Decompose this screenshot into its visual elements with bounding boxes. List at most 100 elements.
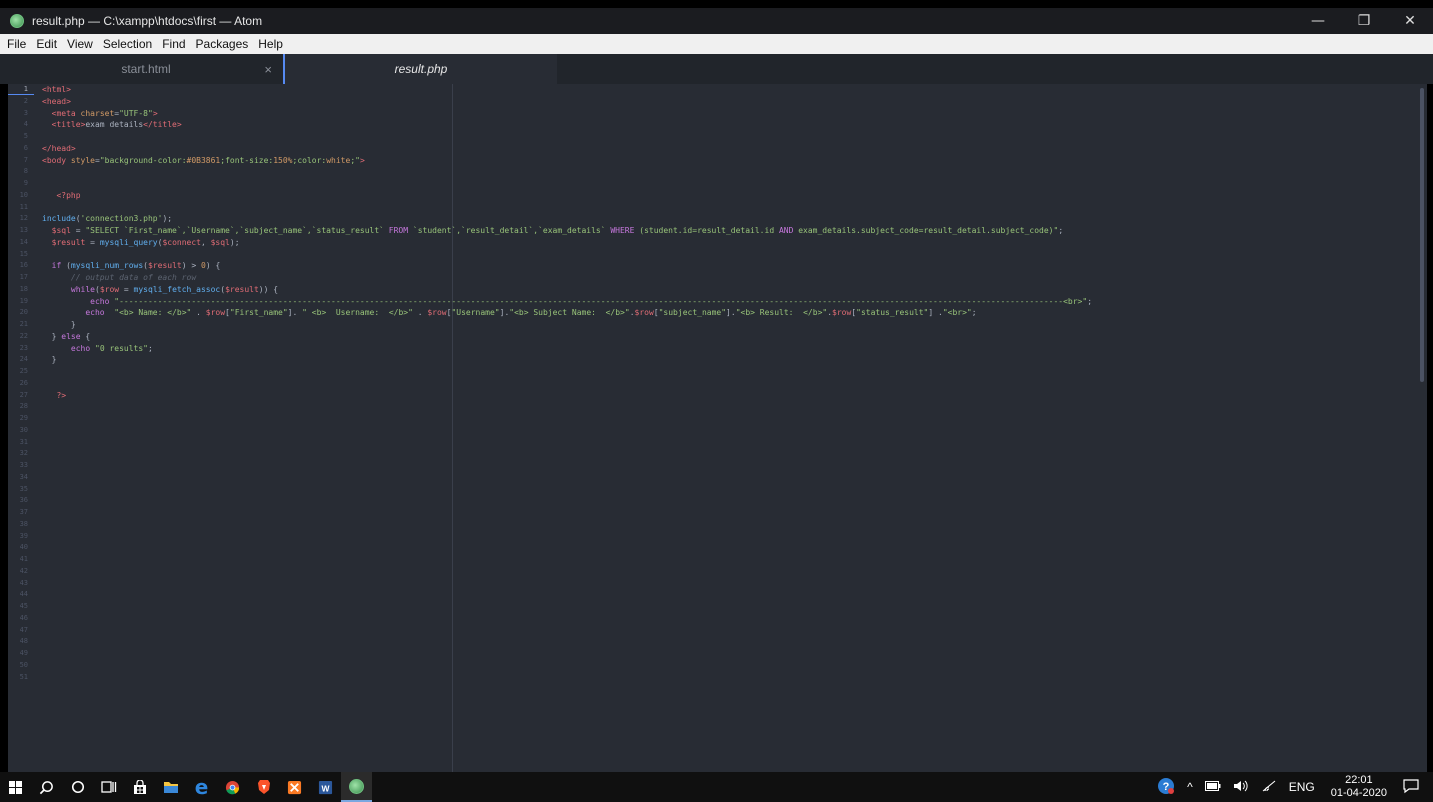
code-line[interactable] bbox=[42, 202, 1415, 214]
help-icon[interactable]: ? bbox=[1151, 777, 1181, 798]
line-number[interactable]: 22 bbox=[8, 331, 38, 343]
windows-start-icon[interactable] bbox=[0, 772, 31, 802]
menu-help[interactable]: Help bbox=[253, 37, 288, 51]
menu-find[interactable]: Find bbox=[157, 37, 190, 51]
line-number[interactable]: 47 bbox=[8, 625, 38, 637]
line-number[interactable]: 37 bbox=[8, 507, 38, 519]
brave-icon[interactable] bbox=[248, 772, 279, 802]
code-line[interactable] bbox=[42, 178, 1415, 190]
code-editor[interactable]: 1 2 3 4 5 6 7 8 9 10 11 12 13 14 15 16 17 18 19 20 21 22 23 24 2… bbox=[8, 84, 1427, 772]
line-number[interactable]: 8 bbox=[8, 166, 38, 178]
line-number[interactable]: 39 bbox=[8, 531, 38, 543]
code-line[interactable]: $sql = "SELECT `First_name`,`Username`,`… bbox=[42, 225, 1415, 237]
code-line[interactable] bbox=[42, 249, 1415, 261]
line-number[interactable]: 36 bbox=[8, 495, 38, 507]
line-number[interactable]: 31 bbox=[8, 437, 38, 449]
code-line[interactable]: echo "<b> Name: </b>" . $row["First_name… bbox=[42, 307, 1415, 319]
code-line[interactable]: while($row = mysqli_fetch_assoc($result)… bbox=[42, 284, 1415, 296]
line-number[interactable]: 49 bbox=[8, 648, 38, 660]
line-number[interactable]: 11 bbox=[8, 202, 38, 214]
line-number[interactable]: 34 bbox=[8, 472, 38, 484]
battery-icon[interactable] bbox=[1199, 780, 1227, 794]
restore-button[interactable]: ❐ bbox=[1341, 8, 1387, 34]
line-number[interactable]: 4 bbox=[8, 119, 38, 131]
store-icon[interactable] bbox=[124, 772, 155, 802]
code-line[interactable]: echo "0 results"; bbox=[42, 343, 1415, 355]
volume-icon[interactable] bbox=[1227, 780, 1255, 795]
menu-view[interactable]: View bbox=[62, 37, 98, 51]
line-number[interactable]: 5 bbox=[8, 131, 38, 143]
code-line[interactable]: $result = mysqli_query($connect, $sql); bbox=[42, 237, 1415, 249]
line-number[interactable]: 27 bbox=[8, 390, 38, 402]
code-line[interactable]: include('connection3.php'); bbox=[42, 213, 1415, 225]
line-number[interactable]: 15 bbox=[8, 249, 38, 261]
code-line[interactable]: echo "----------------------------------… bbox=[42, 296, 1415, 308]
line-number[interactable]: 10 bbox=[8, 190, 38, 202]
window-title-bar[interactable]: result.php — C:\xampp\htdocs\first — Ato… bbox=[0, 8, 1433, 34]
code-line[interactable] bbox=[42, 131, 1415, 143]
line-number[interactable]: 48 bbox=[8, 636, 38, 648]
code-line[interactable] bbox=[42, 366, 1415, 378]
line-number-gutter[interactable]: 1 2 3 4 5 6 7 8 9 10 11 12 13 14 15 16 17 18 19 20 21 22 23 24 2… bbox=[8, 84, 38, 772]
line-number[interactable]: 25 bbox=[8, 366, 38, 378]
code-line[interactable]: } bbox=[42, 319, 1415, 331]
line-number[interactable]: 38 bbox=[8, 519, 38, 531]
tab-close-icon[interactable]: × bbox=[264, 62, 272, 77]
line-number[interactable]: 20 bbox=[8, 307, 38, 319]
chrome-icon[interactable] bbox=[217, 772, 248, 802]
line-number[interactable]: 32 bbox=[8, 448, 38, 460]
task-view-icon[interactable] bbox=[93, 772, 124, 802]
line-number[interactable]: 28 bbox=[8, 401, 38, 413]
line-number[interactable]: 50 bbox=[8, 660, 38, 672]
close-button[interactable]: ✕ bbox=[1387, 8, 1433, 34]
line-number[interactable]: 3 bbox=[8, 108, 38, 120]
line-number[interactable]: 7 bbox=[8, 155, 38, 167]
line-number[interactable]: 21 bbox=[8, 319, 38, 331]
code-line[interactable]: <?php bbox=[42, 190, 1415, 202]
code-line[interactable]: ?> bbox=[42, 390, 1415, 402]
menu-edit[interactable]: Edit bbox=[31, 37, 62, 51]
code-line[interactable]: } else { bbox=[42, 331, 1415, 343]
code-line[interactable] bbox=[42, 166, 1415, 178]
wifi-icon[interactable] bbox=[1255, 780, 1283, 795]
line-number[interactable]: 18 bbox=[8, 284, 38, 296]
menu-selection[interactable]: Selection bbox=[98, 37, 157, 51]
tab-start-html[interactable]: start.html × bbox=[8, 54, 284, 84]
code-line[interactable]: if (mysqli_num_rows($result) > 0) { bbox=[42, 260, 1415, 272]
tray-chevron-icon[interactable]: ^ bbox=[1181, 780, 1199, 794]
line-number[interactable]: 35 bbox=[8, 484, 38, 496]
code-line[interactable] bbox=[42, 378, 1415, 390]
line-number[interactable]: 41 bbox=[8, 554, 38, 566]
line-number[interactable]: 14 bbox=[8, 237, 38, 249]
line-number[interactable]: 19 bbox=[8, 296, 38, 308]
code-line[interactable]: // output data of each row bbox=[42, 272, 1415, 284]
line-number[interactable]: 16 bbox=[8, 260, 38, 272]
code-line[interactable]: <html> bbox=[42, 84, 1415, 96]
search-icon[interactable] bbox=[31, 772, 62, 802]
line-number[interactable]: 29 bbox=[8, 413, 38, 425]
code-line[interactable]: } bbox=[42, 354, 1415, 366]
code-line[interactable]: <body style="background-color:#0B3861;fo… bbox=[42, 155, 1415, 167]
code-line[interactable]: <meta charset="UTF-8"> bbox=[42, 108, 1415, 120]
edge-icon[interactable]: e bbox=[186, 772, 217, 802]
menu-file[interactable]: File bbox=[2, 37, 31, 51]
file-explorer-icon[interactable] bbox=[155, 772, 186, 802]
menu-packages[interactable]: Packages bbox=[191, 37, 254, 51]
line-number[interactable]: 13 bbox=[8, 225, 38, 237]
code-line[interactable]: <title>exam details</title> bbox=[42, 119, 1415, 131]
xampp-icon[interactable] bbox=[279, 772, 310, 802]
line-number[interactable]: 40 bbox=[8, 542, 38, 554]
line-number[interactable]: 9 bbox=[8, 178, 38, 190]
clock[interactable]: 22:01 01-04-2020 bbox=[1321, 774, 1397, 800]
line-number[interactable]: 42 bbox=[8, 566, 38, 578]
atom-icon[interactable] bbox=[341, 772, 372, 802]
line-number[interactable]: 6 bbox=[8, 143, 38, 155]
word-icon[interactable]: W bbox=[310, 772, 341, 802]
line-number[interactable]: 30 bbox=[8, 425, 38, 437]
minimize-button[interactable]: — bbox=[1295, 8, 1341, 34]
line-number[interactable]: 46 bbox=[8, 613, 38, 625]
code-area[interactable]: <html> <head> <meta charset="UTF-8"> <tit… bbox=[42, 84, 1415, 772]
line-number[interactable]: 17 bbox=[8, 272, 38, 284]
line-number[interactable]: 26 bbox=[8, 378, 38, 390]
line-number[interactable]: 44 bbox=[8, 589, 38, 601]
